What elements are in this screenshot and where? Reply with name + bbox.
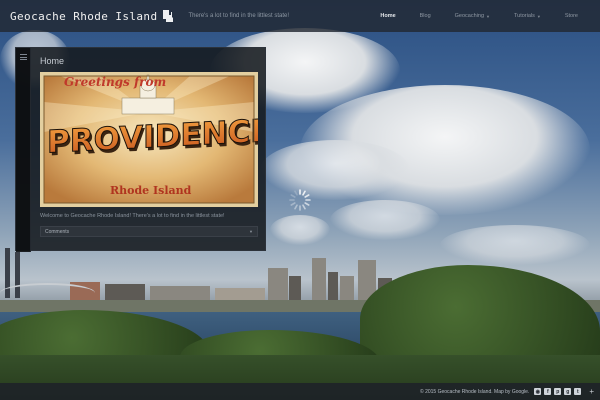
social-links: ◉ f p g t [534, 388, 582, 395]
facebook-icon[interactable]: f [544, 388, 552, 395]
twitter-icon[interactable]: t [574, 388, 582, 395]
nav-label: Store [564, 13, 578, 19]
nav-label: Tutorials [513, 13, 535, 19]
nav-item-geocaching[interactable]: Geocaching ▼ [443, 13, 502, 19]
top-navigation-bar: Geocache Rhode Island There's a lot to f… [0, 0, 600, 32]
menu-icon[interactable] [20, 54, 27, 62]
site-brand[interactable]: Geocache Rhode Island [10, 9, 174, 23]
footer-bar: © 2015 Geocache Rhode Island. Map by Goo… [0, 383, 600, 400]
nav-item-home[interactable]: Home [368, 13, 407, 19]
comments-label: Comments [45, 228, 70, 235]
loading-spinner-icon [289, 189, 311, 211]
nav-item-blog[interactable]: Blog [408, 13, 443, 19]
google-plus-icon[interactable]: g [564, 388, 572, 395]
providence-postcard-image: Greetings from PROVIDENCE PROVIDENCE Rho… [40, 72, 258, 207]
nav-label: Geocaching [454, 13, 485, 19]
welcome-text: Welcome to Geocache Rhode Island! There'… [40, 213, 225, 219]
expand-footer-button[interactable]: + [589, 387, 594, 396]
site-title[interactable]: Geocache Rhode Island [10, 10, 157, 23]
nav-label: Blog [419, 13, 431, 19]
panel-collapse-handle[interactable] [16, 48, 31, 252]
rss-icon[interactable]: ◉ [534, 388, 542, 395]
page-title: Home [40, 56, 65, 66]
main-nav: Home Blog Geocaching ▼ Tutorials ▼ Store [368, 13, 590, 19]
nav-item-store[interactable]: Store [553, 13, 590, 19]
chevron-down-icon: ▼ [249, 229, 253, 234]
postcard-illustration: Greetings from PROVIDENCE PROVIDENCE Rho… [40, 72, 258, 207]
site-tagline: There's a lot to find in the littlest st… [188, 13, 290, 19]
panel-content: Home Greetings from PROVIDENCE PROVIDENC… [40, 56, 258, 237]
chevron-down-icon: ▼ [486, 13, 490, 19]
nav-label: Home [380, 13, 396, 19]
content-panel: Home Greetings from PROVIDENCE PROVIDENC… [15, 47, 266, 252]
copyright-text: © 2015 Geocache Rhode Island. Map by Goo… [420, 388, 530, 395]
postcard-state: Rhode Island [110, 184, 192, 197]
rhode-island-state-icon [163, 10, 174, 22]
chevron-down-icon: ▼ [536, 13, 541, 19]
nav-item-tutorials[interactable]: Tutorials ▼ [502, 13, 553, 19]
pinterest-icon[interactable]: p [554, 388, 562, 395]
comments-toggle[interactable]: Comments ▼ [40, 226, 258, 237]
postcard-greeting: Greetings from [64, 75, 166, 89]
